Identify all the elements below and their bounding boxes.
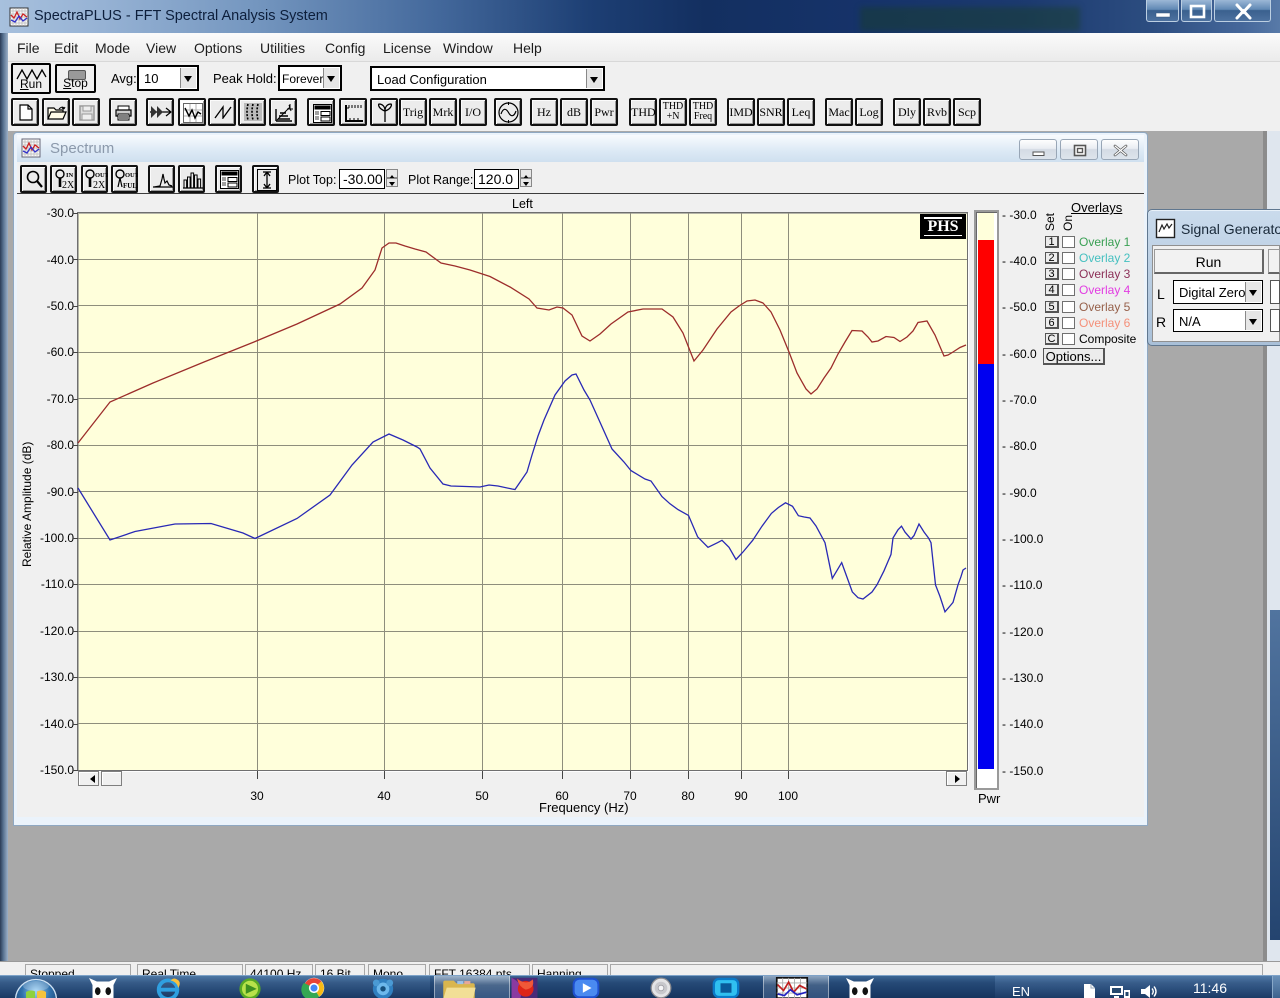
svg-text:OUT: OUT [125,172,138,179]
svg-text:2X: 2X [93,180,106,191]
svg-text:OUT: OUT [95,172,108,179]
svg-text:FULL: FULL [123,182,138,190]
svg-text:IN: IN [66,172,74,179]
svg-text:2X: 2X [62,180,75,191]
